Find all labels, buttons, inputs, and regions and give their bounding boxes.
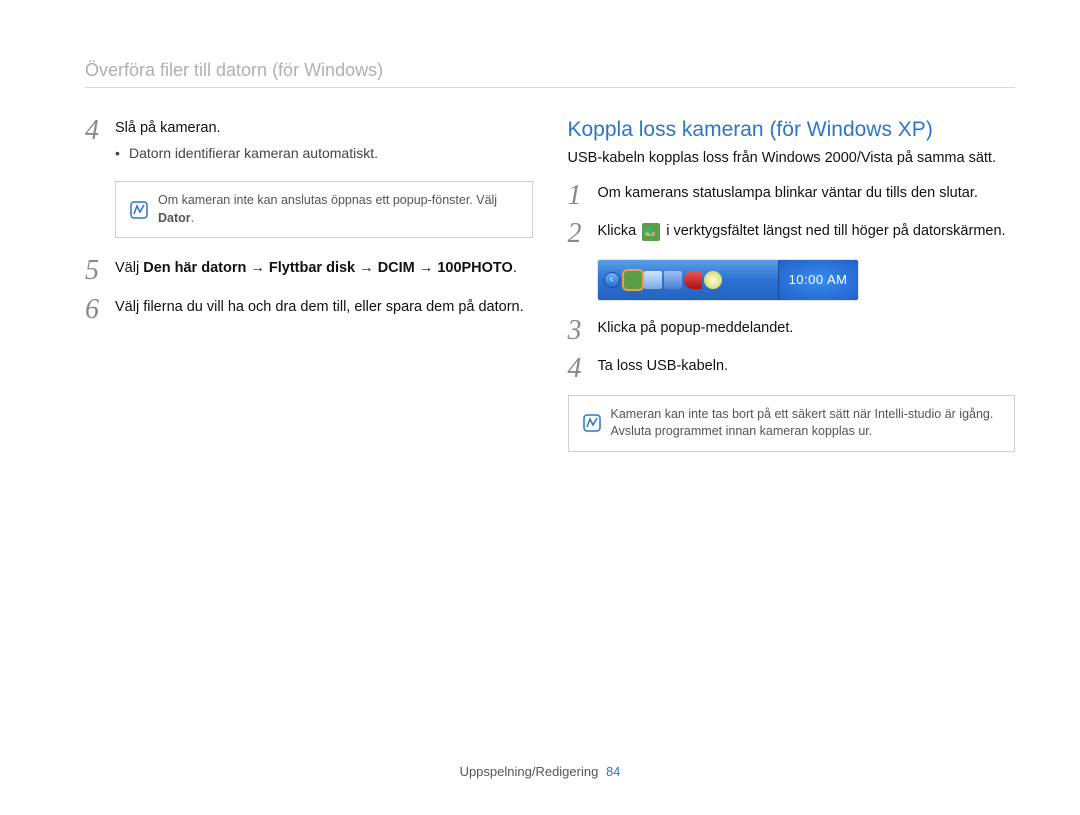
taskbar-clock[interactable]: 10:00 AM xyxy=(778,260,858,300)
section-title: Koppla loss kameran (för Windows XP) xyxy=(568,118,1016,142)
r-step-2-text: Klicka i verktygsfältet längst ned till … xyxy=(598,221,1006,242)
arrow-icon: → xyxy=(355,260,378,276)
footer-section: Uppspelning/Redigering xyxy=(460,764,599,779)
note-icon xyxy=(130,201,148,219)
note-text: Om kameran inte kan anslutas öppnas ett … xyxy=(158,192,518,227)
step-number-5: 5 xyxy=(85,258,115,282)
note-box-bottom: Kameran kan inte tas bort på ett säkert … xyxy=(568,395,1016,452)
tray-icon-3[interactable] xyxy=(664,271,682,289)
page-footer: Uppspelning/Redigering 84 xyxy=(0,764,1080,779)
tray-icon-2[interactable] xyxy=(644,271,662,289)
r-step-1: 1 Om kamerans statuslampa blinkar väntar… xyxy=(568,183,1016,207)
step5-suffix: . xyxy=(513,260,517,276)
note-text-bottom: Kameran kan inte tas bort på ett säkert … xyxy=(611,406,1001,441)
step-4-text: Slå på kameran. xyxy=(115,120,221,136)
arrow-icon: → xyxy=(246,260,269,276)
tray-icon-5[interactable] xyxy=(704,271,722,289)
note-icon xyxy=(583,414,601,432)
r-step-4-text: Ta loss USB-kabeln. xyxy=(598,356,729,377)
r-step-number-2: 2 xyxy=(568,221,598,245)
taskbar-left: ‹ xyxy=(598,260,778,300)
footer-page-number: 84 xyxy=(606,764,620,779)
note-suffix: . xyxy=(191,211,194,225)
r-step-3: 3 Klicka på popup-meddelandet. xyxy=(568,318,1016,342)
safely-remove-icon xyxy=(642,223,660,241)
step-6-text: Välj filerna du vill ha och dra dem till… xyxy=(115,297,524,318)
section-lead: USB-kabeln kopplas loss från Windows 200… xyxy=(568,148,1016,169)
r-step2-part2: i verktygsfältet längst ned till höger p… xyxy=(662,223,1005,239)
step-5-text: Välj Den här datorn → Flyttbar disk → DC… xyxy=(115,258,517,279)
path-100photo: 100PHOTO xyxy=(437,260,513,276)
r-step-4: 4 Ta loss USB-kabeln. xyxy=(568,356,1016,380)
step-number-6: 6 xyxy=(85,297,115,321)
r-step-2: 2 Klicka i verktygsfältet längst ned til… xyxy=(568,221,1016,245)
arrow-icon: → xyxy=(415,260,438,276)
step-5: 5 Välj Den här datorn → Flyttbar disk → … xyxy=(85,258,533,282)
r-step-number-4: 4 xyxy=(568,356,598,380)
tray-expand-icon[interactable]: ‹ xyxy=(604,272,620,288)
tray-safely-remove-icon[interactable] xyxy=(624,271,642,289)
path-this-pc: Den här datorn xyxy=(143,260,246,276)
left-column: 4 Slå på kameran. Datorn identifierar ka… xyxy=(85,118,533,472)
step-4-bullet: Datorn identifierar kameran automatiskt. xyxy=(115,143,378,163)
note-bold: Dator xyxy=(158,211,191,225)
step-number-4: 4 xyxy=(85,118,115,142)
r-step2-part1: Klicka xyxy=(598,223,641,239)
step5-prefix: Välj xyxy=(115,260,143,276)
r-step-1-text: Om kamerans statuslampa blinkar väntar d… xyxy=(598,183,978,204)
note-box-step4: Om kameran inte kan anslutas öppnas ett … xyxy=(115,181,533,238)
path-dcim: DCIM xyxy=(378,260,415,276)
path-removable-disk: Flyttbar disk xyxy=(269,260,355,276)
taskbar-tray: ‹ 10:00 AM xyxy=(598,260,858,300)
step-6: 6 Välj filerna du vill ha och dra dem ti… xyxy=(85,297,533,321)
right-column: Koppla loss kameran (för Windows XP) USB… xyxy=(568,118,1016,472)
breadcrumb: Överföra filer till datorn (för Windows) xyxy=(85,60,1015,88)
r-step-3-text: Klicka på popup-meddelandet. xyxy=(598,318,794,339)
r-step-number-3: 3 xyxy=(568,318,598,342)
r-step-number-1: 1 xyxy=(568,183,598,207)
tray-volume-icon[interactable] xyxy=(684,271,702,289)
note-prefix: Om kameran inte kan anslutas öppnas ett … xyxy=(158,193,497,207)
step-4: 4 Slå på kameran. Datorn identifierar ka… xyxy=(85,118,533,167)
